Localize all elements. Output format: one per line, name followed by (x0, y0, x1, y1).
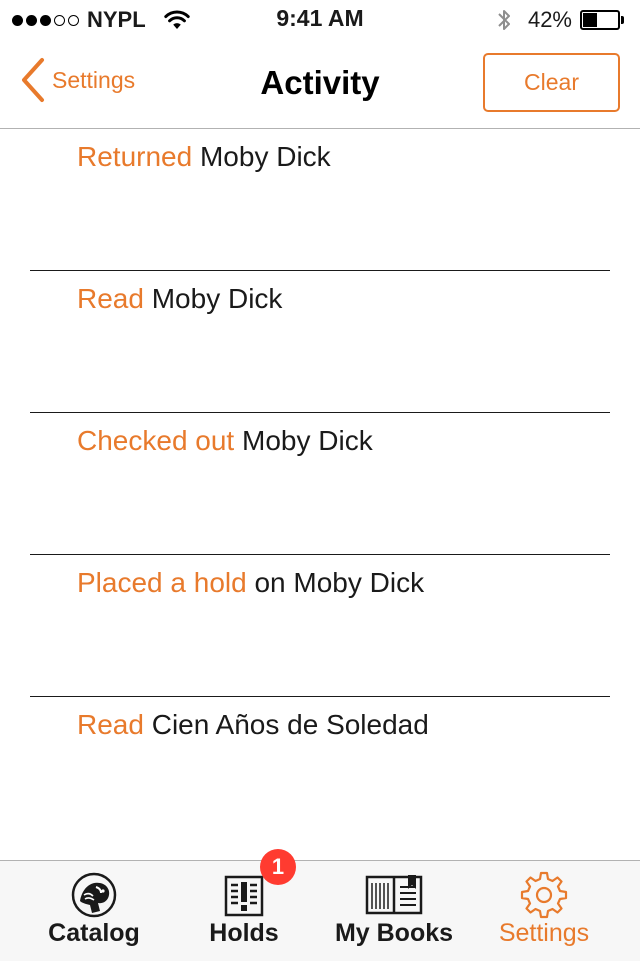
activity-book-title: Moby Dick (151, 283, 283, 314)
activity-connector: on (254, 567, 286, 598)
activity-action: Read (77, 709, 144, 740)
activity-row[interactable]: Placed a hold on Moby Dick (0, 555, 640, 697)
activity-action: Placed a hold (77, 567, 247, 598)
lion-logo-icon (71, 872, 117, 918)
tab-label: Holds (209, 919, 279, 947)
holds-badge: 1 (260, 849, 296, 885)
tab-holds[interactable]: 1 Holds (164, 849, 324, 961)
activity-row[interactable]: Read Moby Dick (0, 271, 640, 413)
activity-action: Checked out (77, 425, 235, 456)
activity-list: Returned Moby Dick Read Moby Dick Checke… (0, 129, 640, 839)
activity-text: Checked out Moby Dick (77, 425, 373, 457)
activity-action: Returned (77, 141, 193, 172)
holds-icon (224, 875, 264, 917)
activity-book-title: Cien Años de Soledad (151, 709, 429, 740)
activity-action: Read (77, 283, 144, 314)
battery-icon (580, 10, 626, 30)
activity-text: Placed a hold on Moby Dick (77, 567, 424, 599)
gear-icon (520, 871, 568, 919)
tab-bar: Catalog 1 Holds My Books Settings (0, 849, 640, 961)
activity-book-title: Moby Dick (293, 567, 425, 598)
tab-my-books[interactable]: My Books (314, 861, 474, 961)
tab-catalog[interactable]: Catalog (14, 861, 174, 961)
tab-settings[interactable]: Settings (464, 861, 624, 961)
activity-text: Read Moby Dick (77, 283, 282, 315)
tab-label: Settings (498, 919, 590, 947)
tab-label: My Books (334, 919, 454, 947)
navigation-bar: Settings Activity Clear (0, 40, 640, 129)
activity-text: Read Cien Años de Soledad (77, 709, 429, 741)
activity-row[interactable]: Read Cien Años de Soledad (0, 697, 640, 839)
clear-button[interactable]: Clear (483, 53, 620, 112)
activity-row[interactable]: Checked out Moby Dick (0, 413, 640, 555)
activity-book-title: Moby Dick (242, 425, 373, 456)
activity-book-title: Moby Dick (199, 141, 331, 172)
bluetooth-icon (498, 10, 510, 30)
battery-percentage: 42% (527, 7, 572, 32)
tab-label: Catalog (48, 919, 140, 947)
status-bar: NYPL 9:41 AM 42% (0, 0, 640, 40)
status-right: 42% (496, 6, 626, 34)
activity-text: Returned Moby Dick (77, 141, 331, 173)
activity-row[interactable]: Returned Moby Dick (0, 129, 640, 271)
open-book-icon (365, 875, 423, 915)
